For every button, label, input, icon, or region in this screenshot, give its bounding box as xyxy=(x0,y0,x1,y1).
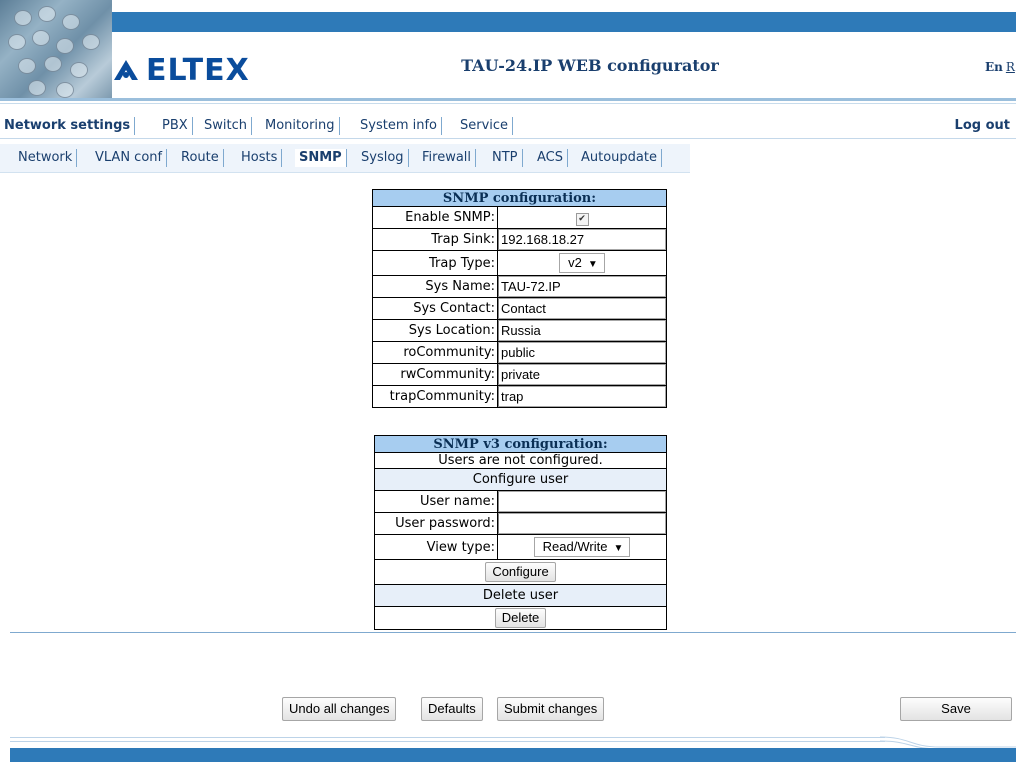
snmpv3-config-table: SNMP v3 configuration: Users are not con… xyxy=(374,435,667,630)
delete-user-button[interactable]: Delete xyxy=(494,608,547,628)
main-menu: Network settings PBX Switch Monitoring S… xyxy=(0,114,1016,139)
tab-autoupdate[interactable]: Autoupdate xyxy=(577,149,662,167)
tab-vlan-conf[interactable]: VLAN conf xyxy=(91,149,168,167)
trap-sink-cell xyxy=(497,228,667,251)
sys-name-input[interactable] xyxy=(498,276,666,297)
sys-name-label: Sys Name: xyxy=(372,275,498,298)
user-name-label: User name: xyxy=(374,490,498,513)
sys-contact-cell xyxy=(497,297,667,320)
view-type-cell: Read/Write ▼ xyxy=(497,534,667,560)
sys-location-cell xyxy=(497,319,667,342)
configure-button-cell: Configure xyxy=(374,559,667,585)
tab-syslog[interactable]: Syslog xyxy=(357,149,409,167)
ro-community-input[interactable] xyxy=(498,342,666,363)
sys-name-cell xyxy=(497,275,667,298)
content-divider xyxy=(10,632,1016,633)
enable-snmp-cell: ✔ xyxy=(497,206,667,229)
dropdown-arrow-icon: ▼ xyxy=(613,543,624,554)
configure-user-button[interactable]: Configure xyxy=(485,562,556,582)
tab-route[interactable]: Route xyxy=(177,149,224,167)
app-title: TAU-24.IP WEB configurator xyxy=(461,56,719,75)
logo-text: ELTEX xyxy=(146,52,250,88)
trap-community-input[interactable] xyxy=(498,386,666,407)
logout-link[interactable]: Log out xyxy=(955,117,1010,135)
sys-location-label: Sys Location: xyxy=(372,319,498,342)
submit-changes-button[interactable]: Submit changes xyxy=(497,697,605,721)
action-bar: Undo all changes Defaults Submit changes… xyxy=(0,697,1016,721)
eltex-logo-icon xyxy=(114,60,138,80)
menu-switch[interactable]: Switch xyxy=(200,117,252,135)
enable-snmp-label: Enable SNMP: xyxy=(372,206,498,229)
menu-network-settings[interactable]: Network settings xyxy=(0,117,136,135)
header-divider-thin xyxy=(0,103,1016,104)
view-type-select[interactable]: Read/Write ▼ xyxy=(533,537,631,557)
header-keypad-image xyxy=(0,0,112,100)
view-type-value: Read/Write xyxy=(542,539,608,554)
snmpv3-config-title: SNMP v3 configuration: xyxy=(374,435,667,453)
page-header: ELTEX TAU-24.IP WEB configurator En R xyxy=(0,0,1016,110)
view-type-label: View type: xyxy=(374,534,498,560)
tab-snmp[interactable]: SNMP xyxy=(295,149,347,167)
lang-current: En xyxy=(985,60,1003,74)
snmp-config-title: SNMP configuration: xyxy=(372,189,667,207)
footer-swoosh xyxy=(880,736,1016,749)
footer-line-2 xyxy=(10,741,885,742)
delete-user-heading: Delete user xyxy=(374,584,667,607)
users-status-text: Users are not configured. xyxy=(374,452,667,469)
ro-community-cell xyxy=(497,341,667,364)
user-password-cell xyxy=(497,512,667,535)
enable-snmp-checkbox[interactable]: ✔ xyxy=(575,212,589,226)
menu-system-info[interactable]: System info xyxy=(356,117,442,135)
trap-community-cell xyxy=(497,385,667,408)
trap-sink-input[interactable] xyxy=(498,229,666,250)
footer-line xyxy=(10,737,885,738)
delete-button-cell: Delete xyxy=(374,606,667,630)
tab-ntp[interactable]: NTP xyxy=(488,149,523,167)
eltex-logo: ELTEX xyxy=(112,50,250,90)
rw-community-cell xyxy=(497,363,667,386)
user-password-input[interactable] xyxy=(498,513,666,534)
trap-type-label: Trap Type: xyxy=(372,250,498,276)
dropdown-arrow-icon: ▼ xyxy=(587,259,598,270)
sys-location-input[interactable] xyxy=(498,320,666,341)
language-switch: En R xyxy=(985,60,1015,74)
trap-community-label: trapCommunity: xyxy=(372,385,498,408)
sub-menu: Network VLAN conf Route Hosts SNMP Syslo… xyxy=(0,144,690,173)
user-password-label: User password: xyxy=(374,512,498,535)
defaults-button[interactable]: Defaults xyxy=(421,697,483,721)
menu-service[interactable]: Service xyxy=(456,117,514,135)
tab-network[interactable]: Network xyxy=(14,149,78,167)
trap-sink-label: Trap Sink: xyxy=(372,228,498,251)
user-name-cell xyxy=(497,490,667,513)
menu-monitoring[interactable]: Monitoring xyxy=(261,117,340,135)
rw-community-label: rwCommunity: xyxy=(372,363,498,386)
header-divider xyxy=(0,98,1016,101)
user-name-input[interactable] xyxy=(498,491,666,512)
footer-bar xyxy=(10,748,1016,762)
tab-hosts[interactable]: Hosts xyxy=(237,149,283,167)
trap-type-select[interactable]: v2 ▼ xyxy=(559,253,605,273)
tab-acs[interactable]: ACS xyxy=(533,149,568,167)
save-button[interactable]: Save xyxy=(900,697,1012,721)
sys-contact-input[interactable] xyxy=(498,298,666,319)
undo-all-changes-button[interactable]: Undo all changes xyxy=(282,697,397,721)
rw-community-input[interactable] xyxy=(498,364,666,385)
ro-community-label: roCommunity: xyxy=(372,341,498,364)
snmp-config-table: SNMP configuration: Enable SNMP: ✔ Trap … xyxy=(372,189,667,408)
trap-type-cell: v2 ▼ xyxy=(497,250,667,276)
trap-type-value: v2 xyxy=(568,255,582,270)
lang-link-ru[interactable]: R xyxy=(1006,60,1015,74)
header-top-bar xyxy=(0,12,1016,32)
configure-user-heading: Configure user xyxy=(374,468,667,491)
sys-contact-label: Sys Contact: xyxy=(372,297,498,320)
tab-firewall[interactable]: Firewall xyxy=(418,149,477,167)
menu-pbx[interactable]: PBX xyxy=(158,117,193,135)
